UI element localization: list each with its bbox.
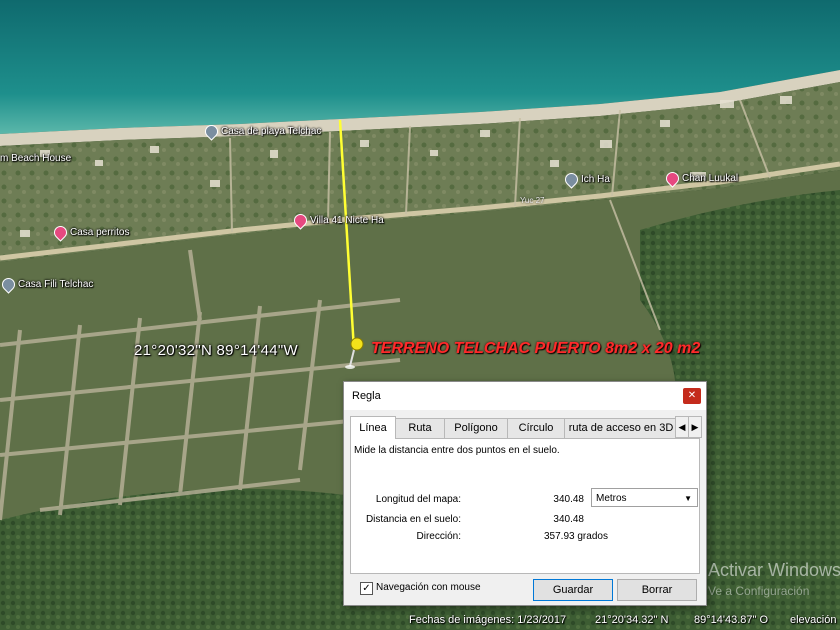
ground-distance-value: 340.48 <box>553 514 584 525</box>
map-length-value: 340.48 <box>553 494 584 505</box>
dialog-title: Regla <box>352 390 381 402</box>
terreno-placemark-label[interactable]: TERRENO TELCHAC PUERTO 8m2 x 20 m2 <box>371 340 700 358</box>
activation-watermark-subtitle: Ve a Configuración <box>708 584 810 598</box>
tab-scroll-right-icon[interactable]: ▶ <box>688 416 702 438</box>
tab-linea[interactable]: Línea <box>350 416 396 439</box>
activation-watermark-title: Activar Windows <box>708 560 840 580</box>
status-elevation: elevación <box>790 614 837 626</box>
place-casa-fili-telchac[interactable]: Casa Fili Telchac <box>0 275 93 294</box>
place-ich-ha[interactable]: Ich Ha <box>562 170 610 189</box>
ruler-tabs: Línea Ruta Polígono Círculo ruta de acce… <box>350 416 702 439</box>
unit-select-value: Metros <box>596 493 627 504</box>
tab-poligono[interactable]: Polígono <box>444 418 508 438</box>
map-length-label: Longitud del mapa: <box>375 494 461 505</box>
unit-select[interactable]: Metros ▼ <box>591 488 698 507</box>
place-pin-icon <box>0 275 18 294</box>
direction-value: 357.93 grados <box>544 531 608 542</box>
clear-button[interactable]: Borrar <box>617 579 697 601</box>
place-pin-icon <box>291 211 310 230</box>
place-pin-icon <box>51 223 70 242</box>
status-longitude: 89°14'43.87" O <box>694 614 769 626</box>
ground-distance-label: Distancia en el suelo: <box>365 514 461 525</box>
chevron-down-icon: ▼ <box>684 494 692 503</box>
dialog-title-bar[interactable]: Regla ✕ <box>344 382 706 410</box>
status-bar: Fechas de imágenes: 1/23/2017 21°20'34.3… <box>0 612 840 630</box>
ruler-dialog: Regla ✕ Línea Ruta Polígono Círculo ruta… <box>343 381 707 606</box>
place-villa-nicte-ha[interactable]: Villa 41 Nicte Ha <box>291 211 384 230</box>
place-pin-icon <box>562 170 581 189</box>
direction-label: Dirección: <box>416 531 461 542</box>
place-beach-house[interactable]: m Beach House <box>0 153 71 164</box>
save-button[interactable]: Guardar <box>533 579 613 601</box>
ruler-description: Mide la distancia entre dos puntos en el… <box>354 445 560 456</box>
place-pin-icon <box>202 122 221 141</box>
mouse-navigation-label[interactable]: Navegación con mouse <box>376 582 481 593</box>
tab-scroll-left-icon[interactable]: ◀ <box>675 416 689 438</box>
status-latitude: 21°20'34.32" N <box>595 614 669 626</box>
road-label: Yuc 27 <box>520 196 545 205</box>
coordinate-overlay: 21°20'32"N 89°14'44"W <box>134 342 298 359</box>
tab-ruta-3d[interactable]: ruta de acceso en 3D <box>564 418 678 438</box>
tab-ruta[interactable]: Ruta <box>395 418 445 438</box>
mouse-navigation-checkbox[interactable]: ✓ <box>360 582 373 595</box>
tab-circulo[interactable]: Círculo <box>507 418 565 438</box>
place-pin-icon <box>663 169 682 188</box>
tab-panel-linea: Mide la distancia entre dos puntos en el… <box>350 438 700 574</box>
dialog-footer: ✓ Navegación con mouse Guardar Borrar <box>350 578 700 601</box>
imagery-date: Fechas de imágenes: 1/23/2017 <box>409 614 567 626</box>
place-chan-luukal[interactable]: Chan Luukal <box>663 169 738 188</box>
place-casa-de-playa-telchac[interactable]: Casa de playa Telchac <box>202 122 321 141</box>
place-casa-perritos[interactable]: Casa perritos <box>51 223 129 242</box>
close-icon[interactable]: ✕ <box>683 388 701 404</box>
